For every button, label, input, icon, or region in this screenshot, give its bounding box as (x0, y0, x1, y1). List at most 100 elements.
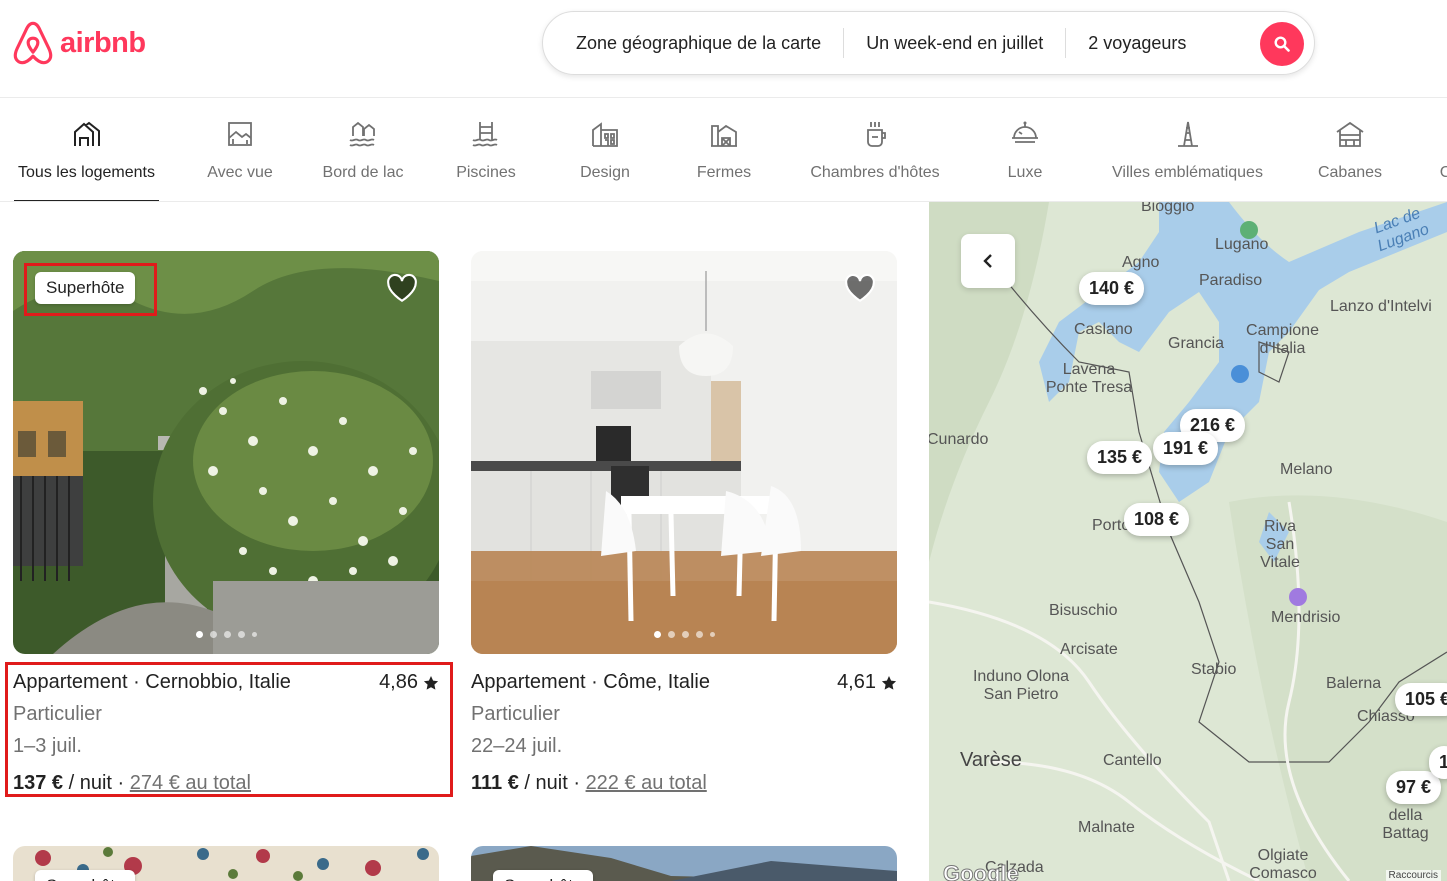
map-place: Paradiso (1199, 272, 1263, 289)
price-pin[interactable]: 140 € (1079, 272, 1145, 305)
map-place: Lanzo d'Intelvi (1330, 298, 1432, 315)
listing-card[interactable]: Superhôte (13, 846, 439, 881)
map-place: Agno (1122, 254, 1160, 271)
map-place: Grancia (1168, 335, 1225, 352)
listing-host-type: Particulier (471, 703, 560, 725)
category-luxe[interactable]: Luxe (1005, 98, 1045, 201)
price-total-link[interactable]: 222 € au total (586, 772, 707, 794)
highlight-box (24, 263, 157, 316)
view-icon (228, 122, 252, 146)
listing-info: Appartement · Côme, Italie 4,61 Particul… (471, 671, 897, 795)
price-pin[interactable]: 97 € (1386, 771, 1442, 804)
map-place: Balerna (1326, 675, 1382, 692)
category-cabins[interactable]: Cabanes (1316, 98, 1384, 201)
category-label: Tous les logements (18, 164, 155, 181)
houses-icon (73, 121, 100, 146)
chevron-left-icon (983, 254, 992, 268)
map-place: Varèse (960, 749, 1022, 771)
photo-pagination (13, 631, 439, 638)
listing-photo[interactable]: Superhôte (13, 846, 439, 881)
category-label: Design (580, 164, 630, 181)
map-place: Olgiate Comasco (1249, 847, 1317, 881)
search-bar[interactable]: Zone géographique de la carte Un week-en… (542, 11, 1315, 75)
kitchen-photo (471, 251, 897, 654)
map-place: della Battag (1382, 807, 1429, 842)
map-place: Riva San Vitale (1260, 518, 1300, 571)
map-place: Melano (1280, 461, 1333, 478)
listing-rating: 4,61 (837, 671, 897, 694)
category-label: Luxe (1007, 164, 1043, 181)
category-partial[interactable]: Ch (1430, 98, 1447, 201)
map-place: Bisuschio (1049, 602, 1118, 619)
category-label: Fermes (696, 164, 752, 181)
breakfast-icon (867, 122, 886, 147)
category-bar: Tous les logements Avec vue Bord de lac … (0, 98, 1447, 202)
search-location[interactable]: Zone géographique de la carte (543, 33, 843, 54)
farm-icon (711, 124, 737, 147)
search-icon (1274, 36, 1290, 52)
price-pin[interactable]: 191 € (1153, 432, 1219, 465)
tower-icon (1177, 121, 1198, 147)
map-place: Arcisate (1060, 641, 1118, 658)
map-place: Bioggio (1141, 202, 1195, 215)
per-night-label: / nuit (524, 772, 568, 794)
category-label: Ch (1440, 164, 1447, 182)
map-place: Campione d'Italia (1246, 322, 1319, 357)
listing-photo[interactable]: Superhôte (471, 846, 897, 881)
cabin-icon (1336, 121, 1364, 147)
price-separator: · (573, 772, 580, 794)
category-label: Chambres d'hôtes (810, 164, 940, 181)
search-dates[interactable]: Un week-end en juillet (844, 33, 1065, 54)
brand-name: airbnb (60, 26, 146, 59)
superhost-badge: Superhôte (493, 870, 594, 881)
category-farms[interactable]: Fermes (695, 98, 753, 201)
map-place: Cunardo (929, 431, 989, 448)
map-place: Stabio (1191, 661, 1237, 678)
map-place: Mendrisio (1271, 609, 1341, 626)
category-all[interactable]: Tous les logements (14, 98, 159, 201)
map-attribution[interactable]: Raccourcis (1385, 870, 1441, 881)
category-label: Piscines (456, 164, 516, 181)
highlight-box (5, 662, 453, 797)
category-iconic-cities[interactable]: Villes emblématiques (1106, 98, 1269, 201)
category-view[interactable]: Avec vue (205, 98, 275, 201)
pool-icon (472, 122, 498, 147)
partial-icon (1434, 118, 1447, 150)
search-guests[interactable]: 2 voyageurs (1066, 33, 1208, 54)
price-pin[interactable]: 135 € (1087, 441, 1153, 474)
listing-card[interactable]: Superhôte (471, 846, 897, 881)
category-bnb[interactable]: Chambres d'hôtes (805, 98, 945, 201)
google-logo: Google (943, 861, 1020, 881)
category-label: Avec vue (207, 164, 273, 181)
map-place: Malnate (1078, 819, 1135, 836)
map-panel[interactable]: Lac de Lugano Bioggio Lugano Agno Paradi… (929, 202, 1447, 881)
airbnb-logo[interactable]: airbnb (12, 20, 146, 66)
category-label: Villes emblématiques (1112, 164, 1263, 181)
map-place: Caslano (1074, 321, 1133, 338)
map-collapse-button[interactable] (961, 234, 1015, 288)
listing-dates: 22–24 juil. (471, 735, 563, 757)
category-label: Cabanes (1317, 164, 1383, 181)
star-icon (881, 675, 897, 690)
heart-icon[interactable] (843, 271, 877, 305)
map-place: Cantello (1103, 752, 1162, 769)
map-place: Lavena Ponte Tresa (1045, 361, 1133, 396)
map-place: Lugano (1215, 236, 1269, 253)
listing-title: Appartement · Côme, Italie (471, 671, 710, 693)
photo-pagination (471, 631, 897, 638)
price-pin[interactable]: 105 € (1395, 683, 1447, 716)
price-pin[interactable]: 108 € (1124, 503, 1190, 536)
heart-icon[interactable] (385, 271, 419, 305)
category-label: Bord de lac (322, 164, 404, 181)
price-per-night: 111 € (471, 772, 519, 794)
lake-icon (349, 121, 375, 147)
listing-price: 111 € / nuit · 222 € au total (471, 772, 897, 795)
search-button[interactable] (1260, 22, 1304, 66)
category-lake[interactable]: Bord de lac (320, 98, 406, 201)
listing-photo[interactable] (471, 251, 897, 654)
map-place: Induno Olona San Pietro (972, 668, 1070, 703)
category-design[interactable]: Design (578, 98, 632, 201)
category-pools[interactable]: Piscines (455, 98, 517, 201)
rating-value: 4,61 (837, 671, 876, 693)
design-icon (592, 122, 618, 147)
